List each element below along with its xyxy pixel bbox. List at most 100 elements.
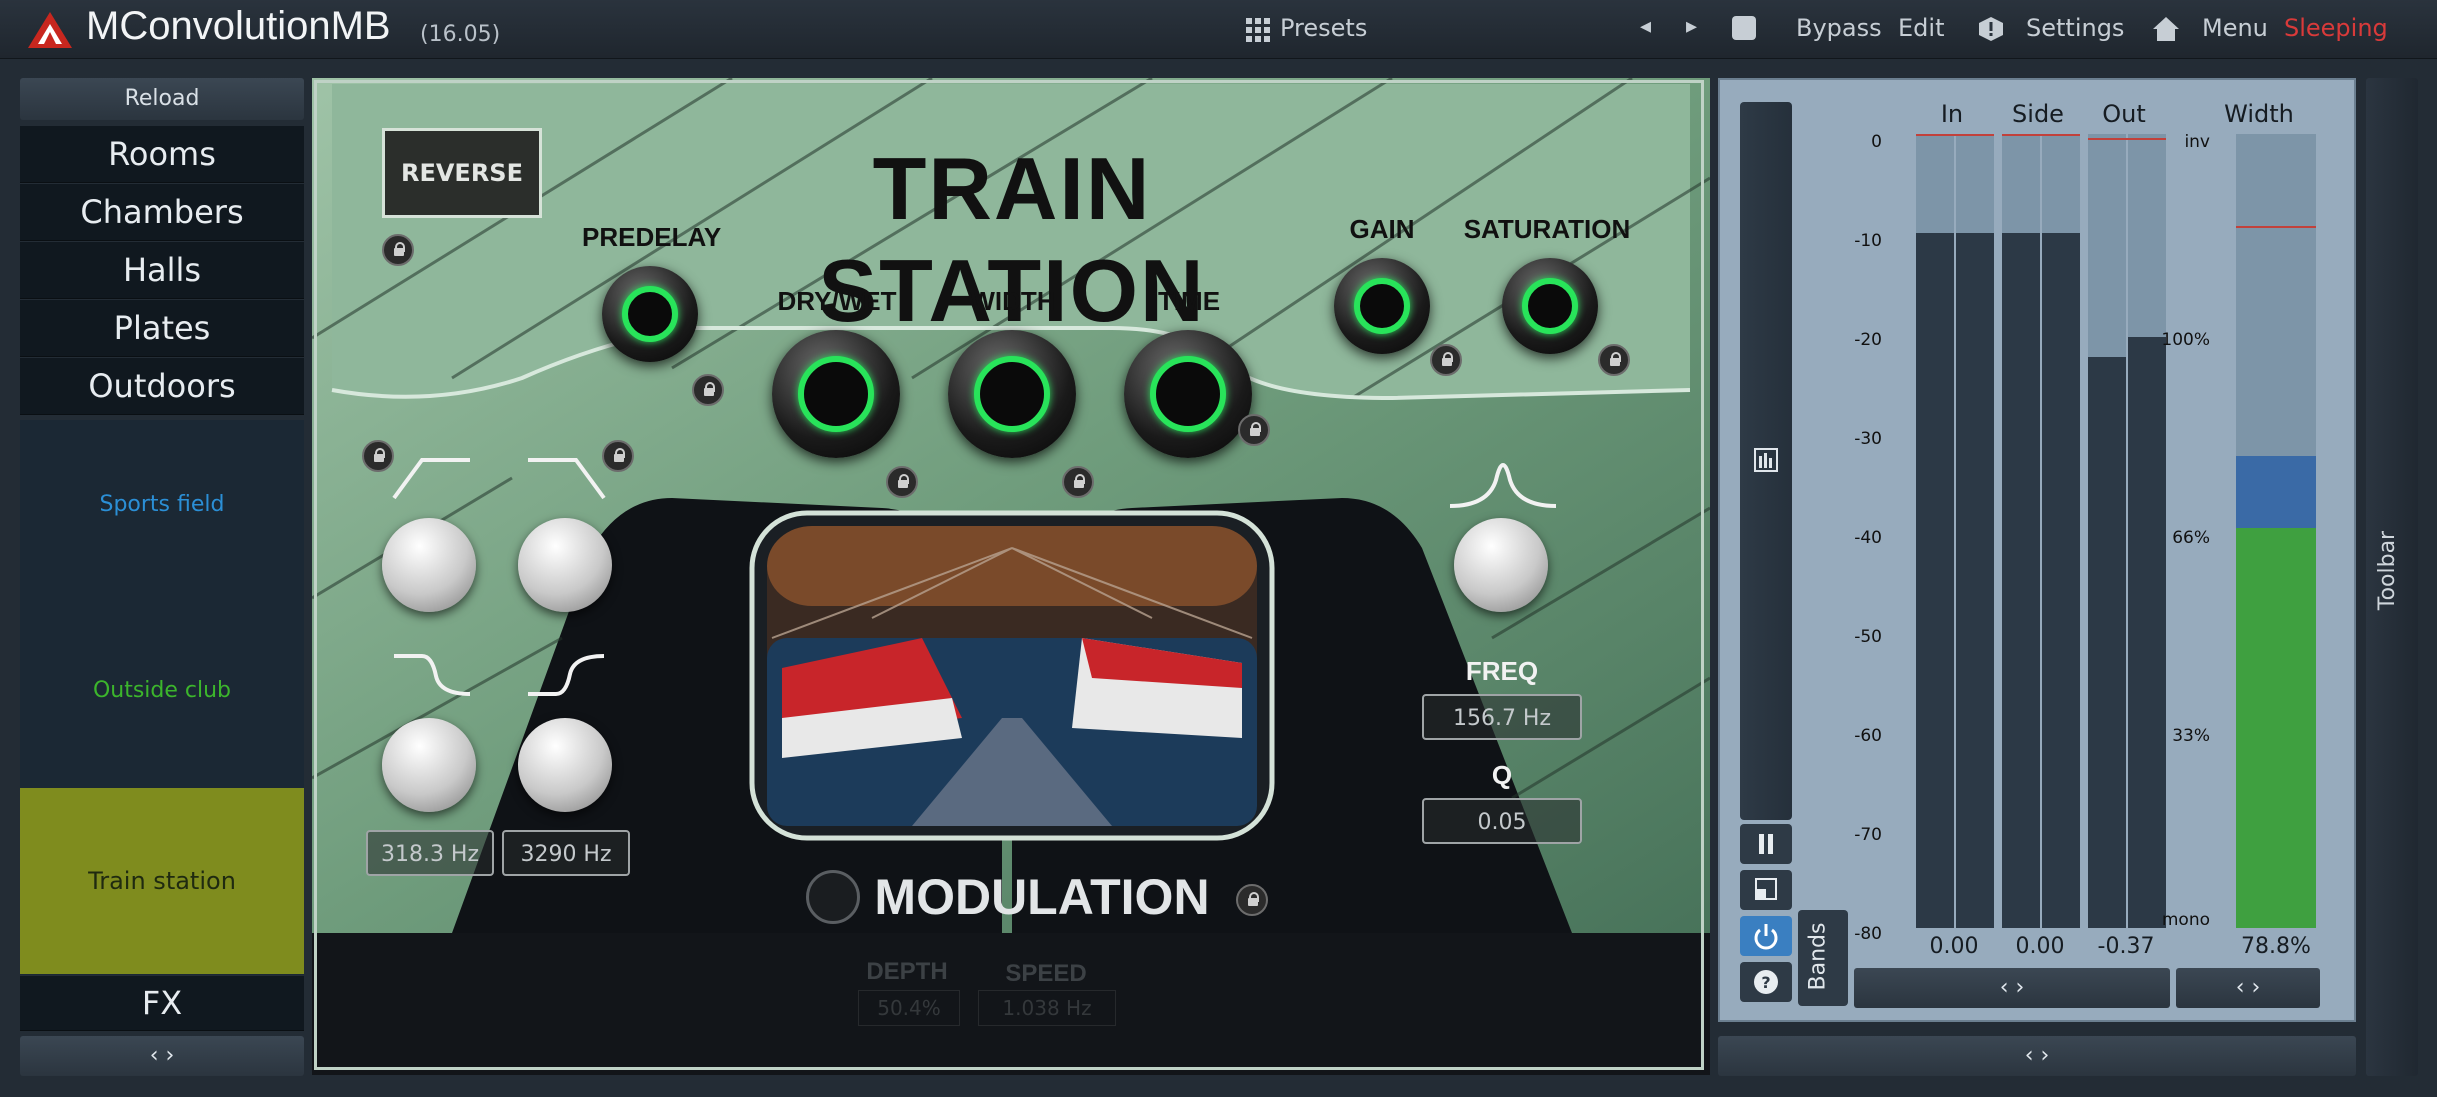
bands-label: Bands [1805,922,1831,991]
power-button[interactable] [1740,916,1792,956]
predelay-lock-icon[interactable] [692,374,724,406]
expand-button[interactable] [1740,870,1792,910]
settings-button[interactable]: Settings [2026,14,2124,42]
spectrum-icon[interactable] [1754,448,1778,472]
freq-value[interactable]: 156.7 Hz [1422,694,1582,740]
app-logo-icon[interactable] [26,10,74,50]
time-knob[interactable] [1124,330,1252,458]
width-scale-mono: mono [2161,910,2210,930]
meter-side-right [2042,134,2080,928]
saturation-knob[interactable] [1502,258,1598,354]
svg-text:?: ? [1761,973,1770,992]
width-scale-66: 66% [2172,528,2210,548]
preset-train-station[interactable]: Train station [20,788,304,974]
pause-icon [1759,834,1773,854]
lowpass-curve-icon [528,458,606,500]
meter-side-value: 0.00 [2015,934,2065,959]
high-frequency-value[interactable]: 3290 Hz [502,830,630,876]
predelay-knob[interactable] [602,266,698,362]
lowshelf-curve-icon [394,654,471,696]
scale-30: -30 [1854,429,1882,449]
app-version: (16.05) [420,22,501,47]
category-plates[interactable]: Plates [20,300,304,357]
preset-outside-club[interactable]: Outside club [20,678,304,703]
scale-70: -70 [1854,825,1882,845]
width-meter [2236,134,2316,928]
highpass-knob[interactable] [382,518,476,612]
width-lock-icon[interactable] [1062,466,1094,498]
meter-side-header: Side [2012,100,2064,128]
right-panel-resize-button[interactable]: ‹ › [1718,1036,2356,1076]
freq-label: FREQ [1465,656,1539,686]
saturation-label: SATURATION [1463,214,1631,244]
menu-button[interactable]: Menu [2202,14,2268,42]
meter-in-left [1916,134,1954,928]
meter-in-value: 0.00 [1929,934,1979,959]
category-outdoors[interactable]: Outdoors [20,358,304,415]
previous-preset-button[interactable]: ◂ [1640,14,1651,39]
side-strip [1740,102,1792,820]
fx-button[interactable]: FX [20,976,304,1031]
category-halls[interactable]: Halls [20,242,304,299]
preset-sports-field[interactable]: Sports field [20,492,304,517]
highshelf-knob[interactable] [518,718,612,812]
q-label: Q [1491,760,1513,790]
saturation-lock-icon[interactable] [1598,344,1630,376]
category-rooms[interactable]: Rooms [20,126,304,183]
reverb-panel: TRAIN STATION REVERSE PREDELAY DRY/WET W… [312,78,1710,1075]
lowshelf-knob[interactable] [382,718,476,812]
random-dice-icon[interactable] [1732,16,1756,40]
pause-button[interactable] [1740,824,1792,864]
speed-value[interactable]: 1.038 Hz [978,990,1116,1026]
category-chambers[interactable]: Chambers [20,184,304,241]
meter-in-header: In [1940,100,1964,128]
depth-value[interactable]: 50.4% [858,990,960,1026]
gain-knob[interactable] [1334,258,1430,354]
modulation-lock-icon[interactable] [1236,884,1268,916]
bell-knob[interactable] [1454,518,1548,612]
meter-width-header: Width [2224,100,2294,128]
expand-icon [1755,878,1777,900]
modulation-power-icon[interactable] [806,870,860,924]
status-sleeping: Sleeping [2284,14,2388,42]
lowpass-knob[interactable] [518,518,612,612]
width-range-button[interactable]: ‹ › [2176,968,2320,1008]
width-scale-100: 100% [2161,330,2210,350]
next-preset-button[interactable]: ▸ [1686,14,1697,39]
time-lock-icon[interactable] [1238,414,1270,446]
bell-curve-icon [1449,463,1557,508]
drywet-knob[interactable] [772,330,900,458]
time-label: TIME [1157,286,1221,316]
q-value[interactable]: 0.05 [1422,798,1582,844]
reload-button[interactable]: Reload [20,78,304,120]
toolbar-sidebar[interactable]: Toolbar [2366,78,2418,1076]
settings-shield-icon[interactable] [1978,16,2004,42]
presets-button[interactable]: Presets [1280,14,1367,42]
scale-60: -60 [1854,726,1882,746]
meter-range-button[interactable]: ‹ › [1854,968,2170,1008]
width-knob[interactable] [948,330,1076,458]
help-button[interactable]: ? [1740,962,1792,1002]
scale-0: 0 [1871,132,1882,152]
low-frequency-value[interactable]: 318.3 Hz [366,830,494,876]
bypass-button[interactable]: Bypass [1796,14,1882,42]
highpass-lock-icon[interactable] [362,440,394,472]
gain-label: GAIN [1349,214,1415,244]
width-meter-fill [2236,528,2316,928]
meter-width-value: 78.8% [2241,934,2311,959]
width-label: WIDTH [970,286,1056,316]
grid-icon[interactable] [1246,18,1270,42]
drywet-lock-icon[interactable] [886,466,918,498]
edit-button[interactable]: Edit [1898,14,1944,42]
scale-20: -20 [1854,330,1882,350]
reverse-button[interactable]: REVERSE [382,128,542,218]
home-icon[interactable] [2152,16,2180,42]
lowpass-lock-icon[interactable] [602,440,634,472]
modulation-title: MODULATION [874,869,1210,925]
app-title: MConvolutionMB [86,4,391,48]
help-icon: ? [1754,970,1778,994]
gain-lock-icon[interactable] [1430,344,1462,376]
left-panel-resize-button[interactable]: ‹ › [20,1036,304,1076]
reverse-lock-icon[interactable] [382,234,414,266]
width-meter-inv-fill [2236,456,2316,528]
